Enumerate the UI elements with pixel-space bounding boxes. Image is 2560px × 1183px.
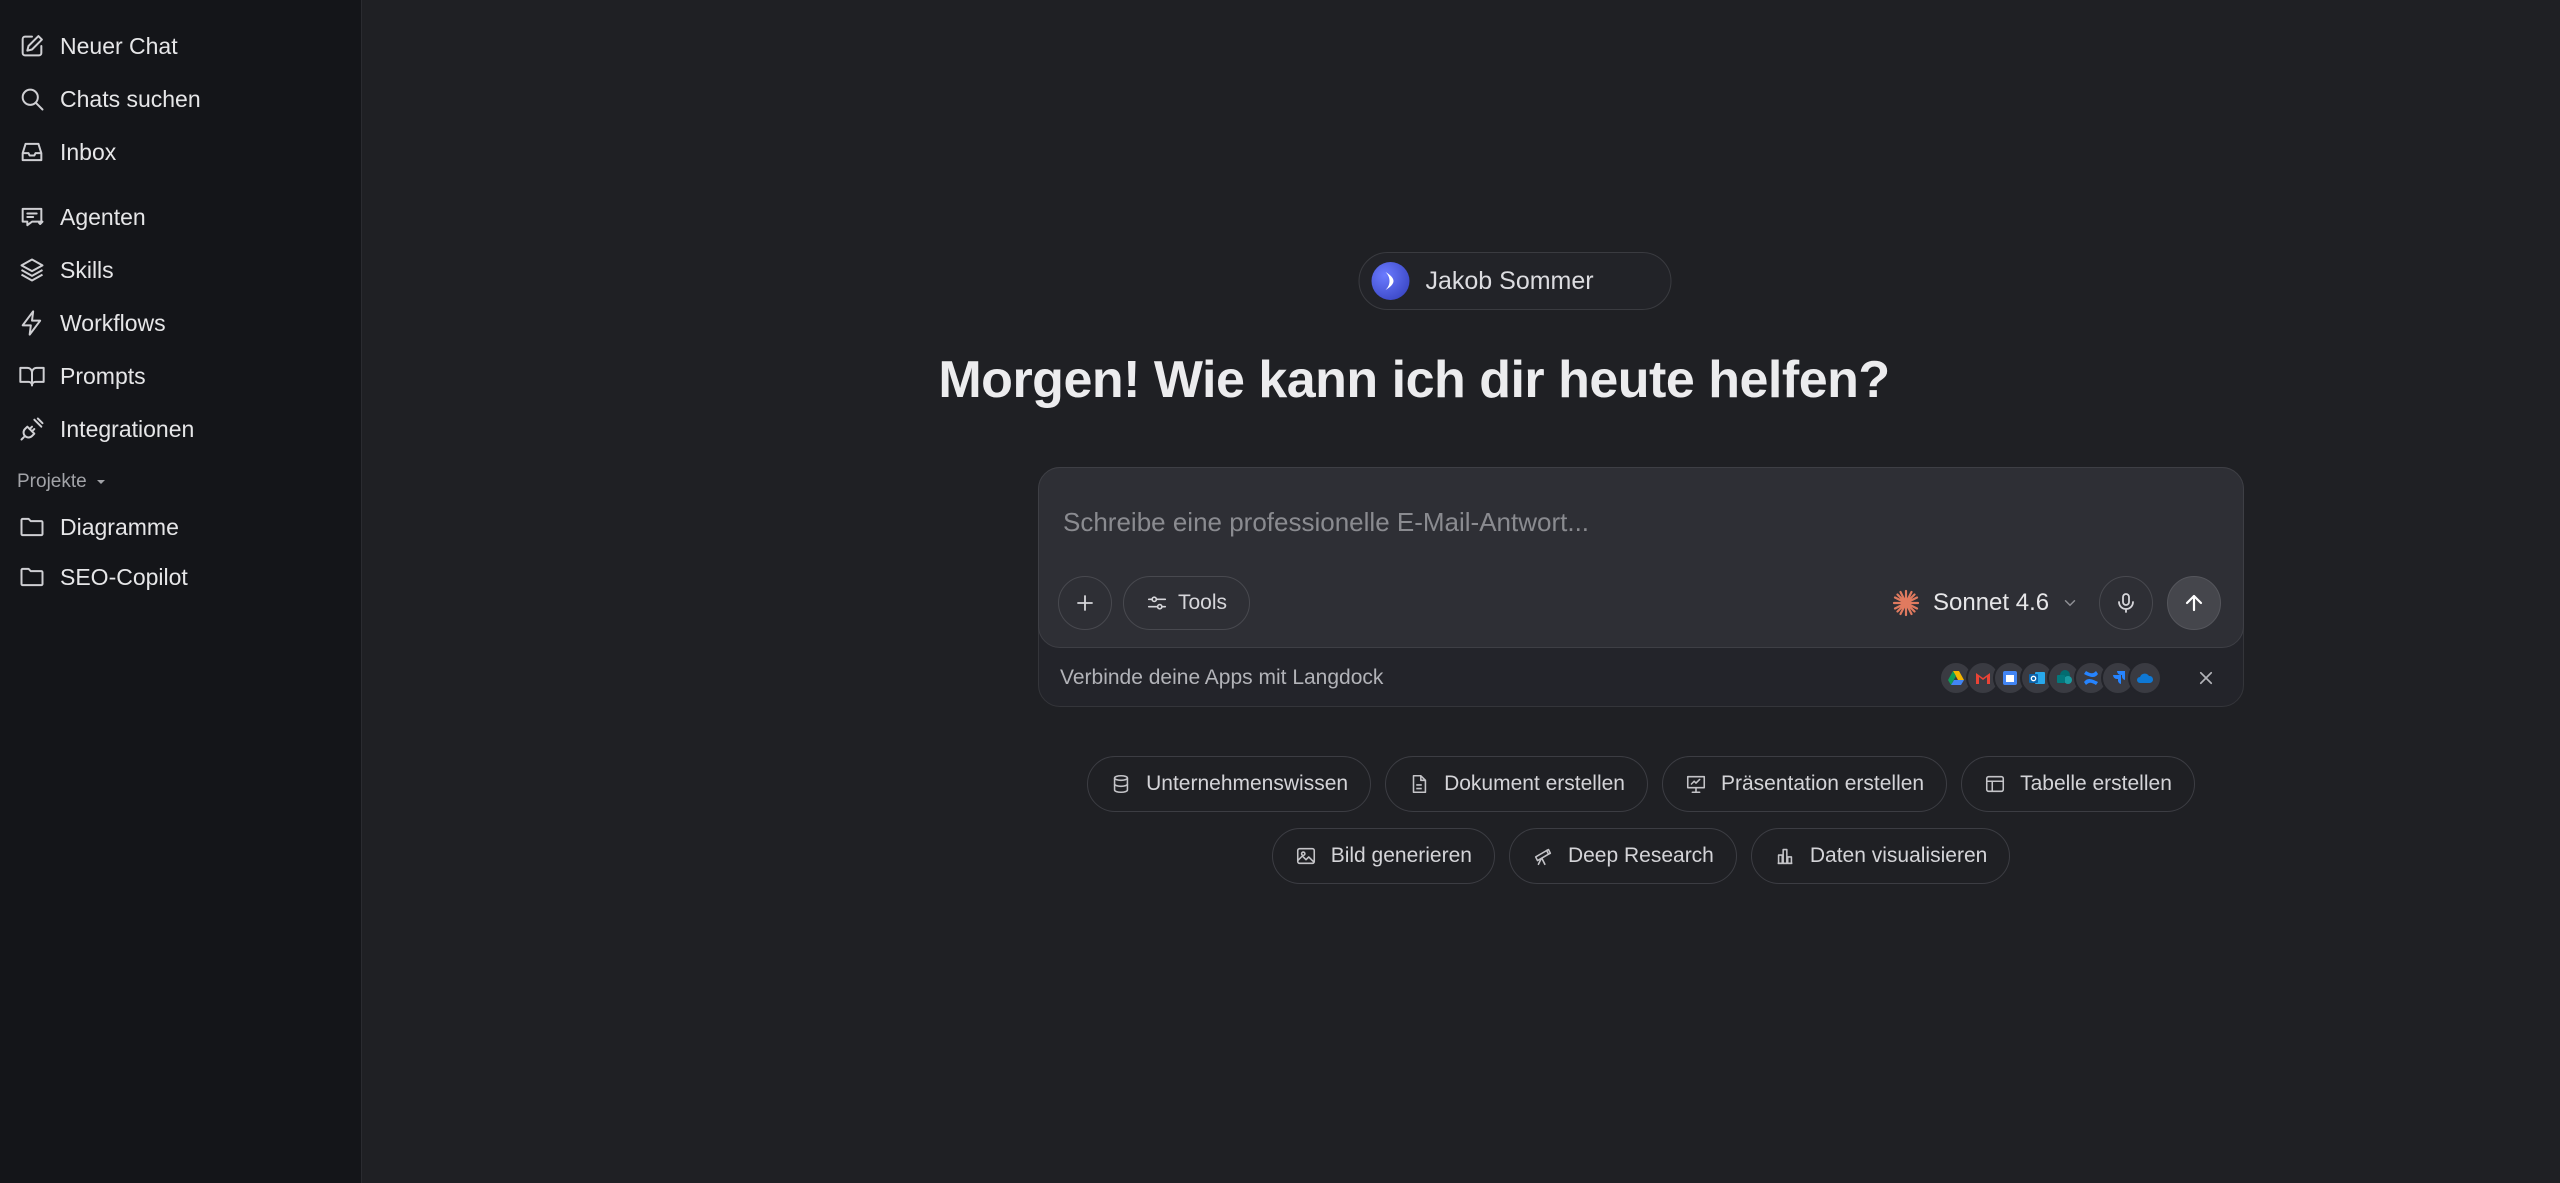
plug-icon (20, 417, 44, 441)
composer: Tools Sonnet 4.6 (1038, 467, 2244, 648)
book-icon (19, 366, 45, 387)
projects-label: Projekte (17, 471, 87, 492)
suggestion-label: Dokument erstellen (1444, 772, 1625, 795)
nav-inbox[interactable]: Inbox (0, 132, 361, 172)
suggestion-praesentation-erstellen[interactable]: Präsentation erstellen (1661, 756, 1948, 812)
langdock-logo-icon (1385, 272, 1394, 290)
folder-icon (20, 567, 44, 587)
onedrive-icon (2128, 661, 2162, 695)
user-name: Jakob Sommer (1425, 266, 1594, 295)
suggestion-dokument-erstellen[interactable]: Dokument erstellen (1385, 756, 1648, 812)
nav-agenten[interactable]: Agenten (0, 197, 361, 237)
nav-neuer-chat[interactable]: Neuer Chat (0, 26, 361, 66)
app-icon-stack (1939, 661, 2162, 695)
dismiss-banner-button[interactable] (2193, 665, 2219, 691)
nav-prompts[interactable]: Prompts (0, 356, 361, 396)
connect-apps-banner[interactable]: Verbinde deine Apps mit Langdock (1039, 649, 2243, 706)
suggestion-deep-research[interactable]: Deep Research (1508, 828, 1737, 884)
suggestion-label: Tabelle erstellen (2020, 772, 2172, 795)
suggestion-tabelle-erstellen[interactable]: Tabelle erstellen (1961, 756, 2195, 812)
close-icon (2199, 671, 2213, 685)
layers-icon (20, 258, 44, 282)
suggestion-label: Unternehmenswissen (1146, 772, 1349, 795)
suggestion-bild-generieren[interactable]: Bild generieren (1271, 828, 1495, 884)
nav-label: Skills (60, 256, 114, 283)
project-seo-copilot[interactable]: SEO-Copilot (0, 557, 361, 597)
nav-label: Neuer Chat (60, 32, 178, 59)
sidebar: Neuer Chat Chats suchen Inbox Agenten Sk… (0, 0, 362, 1183)
database-icon (1113, 774, 1129, 794)
sonnet-spark-icon (1892, 589, 1920, 617)
suggestion-label: Deep Research (1567, 844, 1714, 867)
document-icon (1412, 774, 1427, 794)
presentation-icon (1686, 775, 1706, 794)
nav-chats-suchen[interactable]: Chats suchen (0, 79, 361, 119)
telescope-icon (1534, 848, 1552, 866)
chevron-down-icon (2064, 600, 2076, 607)
tools-button[interactable]: Tools (1123, 576, 1250, 630)
image-icon (1296, 847, 1315, 865)
suggestion-label: Daten visualisieren (1809, 844, 1988, 867)
suggestions-row-1: Unternehmenswissen Dokument erstellen Pr… (1038, 756, 2244, 812)
suggestion-unternehmenswissen[interactable]: Unternehmenswissen (1087, 756, 1372, 812)
nav-label: Workflows (60, 309, 166, 336)
chat-input[interactable] (1063, 504, 2163, 540)
connect-apps-label: Verbinde deine Apps mit Langdock (1060, 666, 1384, 689)
avatar (1371, 262, 1410, 300)
nav-integrationen[interactable]: Integrationen (0, 409, 361, 449)
user-chip[interactable]: Jakob Sommer (1358, 252, 1672, 310)
bar-chart-icon (1777, 848, 1793, 865)
caret-down-icon (96, 480, 105, 484)
model-selector[interactable]: Sonnet 4.6 (1891, 585, 2079, 621)
nav-workflows[interactable]: Workflows (0, 303, 361, 343)
tools-label: Tools (1177, 591, 1228, 614)
sliders-icon (1147, 596, 1167, 610)
folder-icon (20, 517, 44, 537)
project-label: Diagramme (60, 513, 179, 540)
nav-skills[interactable]: Skills (0, 250, 361, 290)
inbox-icon (21, 142, 43, 162)
nav-label: Chats suchen (60, 85, 201, 112)
suggestions-row-2: Bild generieren Deep Research Daten visu… (1038, 828, 2244, 884)
table-icon (1986, 775, 2005, 793)
voice-input-button[interactable] (2099, 576, 2153, 630)
main-area: Jakob Sommer Morgen! Wie kann ich dir he… (363, 0, 2560, 1183)
nav-label: Prompts (60, 362, 146, 389)
model-name: Sonnet 4.6 (1933, 589, 2050, 616)
projects-section-toggle[interactable]: Projekte (17, 471, 361, 493)
nav-label: Agenten (60, 203, 146, 230)
edit-icon (21, 35, 43, 57)
lightning-icon (21, 310, 42, 336)
search-icon (21, 88, 44, 111)
suggestion-label: Präsentation erstellen (1720, 772, 1925, 795)
suggestion-label: Bild generieren (1330, 844, 1472, 867)
arrow-up-icon (2185, 594, 2203, 612)
add-attachment-button[interactable] (1058, 576, 1112, 630)
project-label: SEO-Copilot (60, 563, 188, 590)
greeting-heading: Morgen! Wie kann ich dir heute helfen? (938, 351, 1890, 409)
project-diagramme[interactable]: Diagramme (0, 507, 361, 547)
composer-container: Tools Sonnet 4.6 Verbinde deine Apps mit… (1038, 467, 2244, 707)
microphone-icon (2118, 593, 2134, 613)
plus-icon (1077, 595, 1093, 611)
suggestion-daten-visualisieren[interactable]: Daten visualisieren (1750, 828, 2011, 884)
nav-label: Integrationen (60, 415, 195, 442)
nav-label: Inbox (60, 138, 117, 165)
agent-icon (21, 207, 44, 227)
send-button[interactable] (2167, 576, 2221, 630)
